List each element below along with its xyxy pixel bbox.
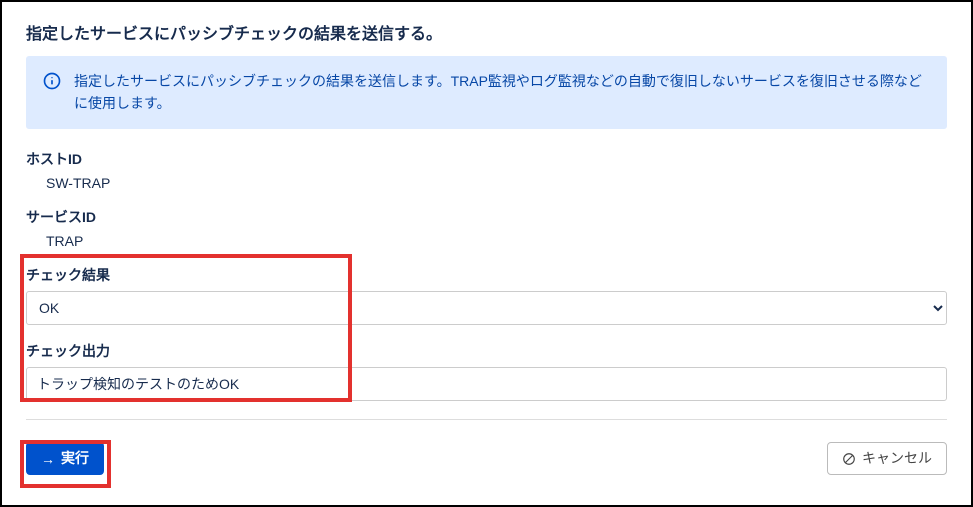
check-result-label: チェック結果 xyxy=(26,265,947,285)
host-id-value: SW-TRAP xyxy=(26,175,947,191)
field-check-output: チェック出力 xyxy=(26,341,947,401)
actions-row: → 実行 キャンセル xyxy=(26,442,947,476)
cancel-button[interactable]: キャンセル xyxy=(827,442,947,476)
divider xyxy=(26,419,947,420)
info-icon xyxy=(42,71,62,91)
field-service-id: サービスID TRAP xyxy=(26,207,947,249)
execute-button[interactable]: → 実行 xyxy=(26,442,104,476)
execute-button-label: 実行 xyxy=(61,449,89,469)
check-output-input[interactable] xyxy=(26,367,947,401)
dialog-frame: 指定したサービスにパッシブチェックの結果を送信する。 指定したサービスにパッシブ… xyxy=(0,0,973,507)
check-result-select[interactable]: OK xyxy=(26,291,947,325)
arrow-right-icon: → xyxy=(41,452,55,466)
cancel-button-label: キャンセル xyxy=(862,449,932,469)
service-id-label: サービスID xyxy=(26,207,947,227)
dialog-title: 指定したサービスにパッシブチェックの結果を送信する。 xyxy=(26,20,947,44)
info-text: 指定したサービスにパッシブチェックの結果を送信します。TRAP監視やログ監視など… xyxy=(74,70,931,115)
service-id-value: TRAP xyxy=(26,233,947,249)
info-panel: 指定したサービスにパッシブチェックの結果を送信します。TRAP監視やログ監視など… xyxy=(26,56,947,129)
field-check-result: チェック結果 OK xyxy=(26,265,947,325)
check-output-label: チェック出力 xyxy=(26,341,947,361)
field-host-id: ホストID SW-TRAP xyxy=(26,149,947,191)
host-id-label: ホストID xyxy=(26,149,947,169)
cancel-icon xyxy=(842,452,856,466)
